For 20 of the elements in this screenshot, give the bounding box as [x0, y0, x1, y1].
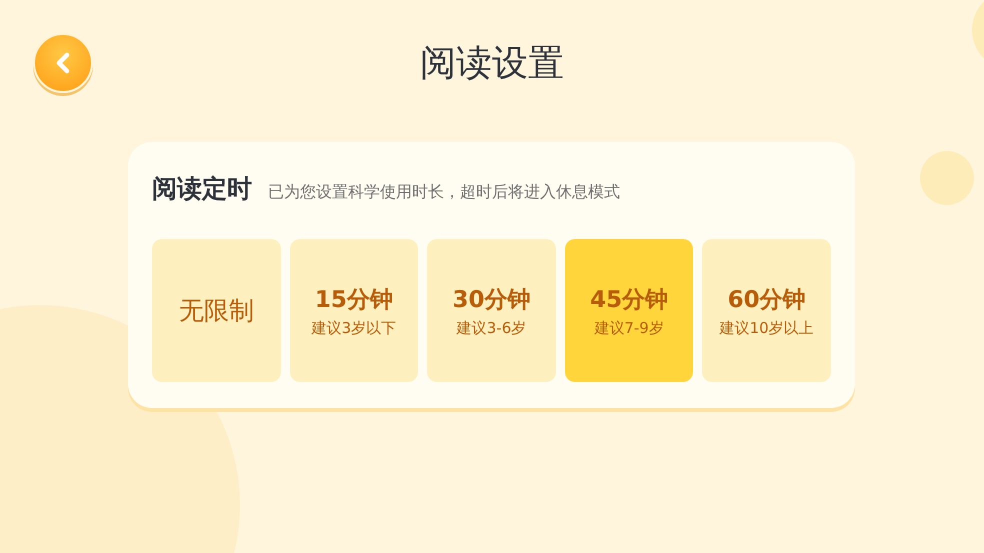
option-label: 45分钟	[590, 286, 668, 314]
duration-option[interactable]: 无限制	[152, 239, 281, 382]
page-title: 阅读设置	[420, 42, 564, 86]
duration-option[interactable]: 60分钟 建议10岁以上	[702, 239, 831, 382]
chevron-left-icon	[55, 52, 71, 74]
duration-option[interactable]: 15分钟 建议3岁以下	[290, 239, 418, 382]
section-description: 已为您设置科学使用时长，超时后将进入休息模式	[268, 182, 620, 203]
option-label: 60分钟	[728, 286, 806, 314]
option-hint: 建议3岁以下	[312, 318, 396, 338]
option-label: 无限制	[178, 295, 254, 327]
option-label: 15分钟	[314, 286, 393, 314]
background-circle	[920, 151, 974, 205]
duration-option[interactable]: 45分钟 建议7-9岁	[564, 239, 694, 382]
option-hint: 建议10岁以上	[720, 318, 814, 338]
option-hint: 建议7-9岁	[594, 318, 664, 338]
back-button[interactable]	[33, 33, 93, 93]
option-label: 30分钟	[452, 286, 530, 314]
duration-option[interactable]: 30分钟 建议3-6岁	[427, 239, 556, 382]
section-title: 阅读定时	[152, 173, 252, 205]
option-hint: 建议3-6岁	[456, 318, 526, 338]
